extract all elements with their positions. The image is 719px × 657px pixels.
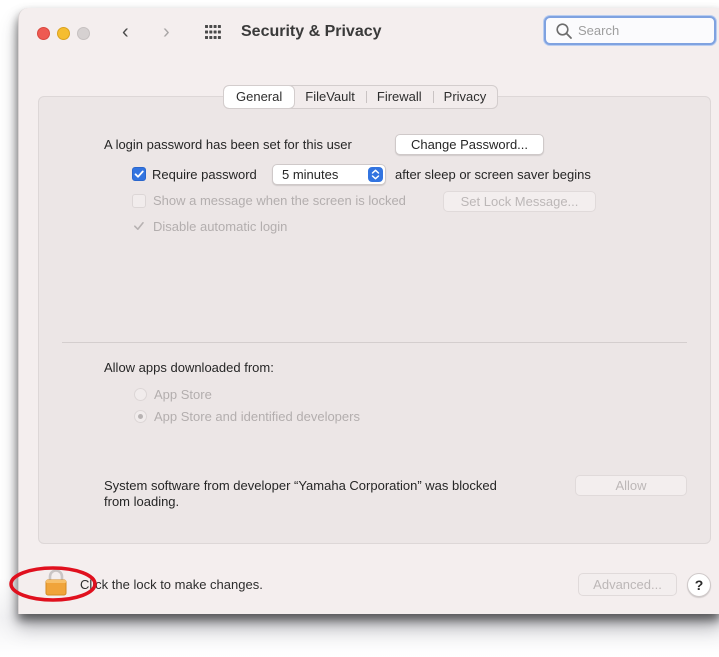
change-password-button[interactable]: Change Password... <box>395 134 544 155</box>
grid-icon[interactable] <box>205 25 221 39</box>
blocked-software-text-line2: from loading. <box>104 494 180 509</box>
zoom-window-button[interactable] <box>77 27 90 40</box>
search-icon <box>556 23 572 39</box>
tab-filevault[interactable]: FileVault <box>294 86 366 108</box>
help-button[interactable]: ? <box>687 573 711 597</box>
radio-app-store-identified[interactable] <box>134 410 147 423</box>
annotation-ellipse <box>9 566 97 602</box>
show-message-label: Show a message when the screen is locked <box>153 193 406 208</box>
show-message-checkbox[interactable] <box>132 194 146 208</box>
disable-auto-login-label: Disable automatic login <box>153 219 288 234</box>
password-delay-select[interactable]: 5 minutes <box>272 164 386 185</box>
window-title: Security & Privacy <box>241 23 382 40</box>
tab-firewall[interactable]: Firewall <box>365 86 433 108</box>
tab-privacy[interactable]: Privacy <box>432 86 498 108</box>
require-password-checkbox[interactable] <box>132 167 146 181</box>
radio-app-store[interactable] <box>134 388 147 401</box>
tab-general[interactable]: General <box>224 86 295 108</box>
back-button[interactable]: ‹ <box>122 21 129 43</box>
minimize-window-button[interactable] <box>57 27 70 40</box>
checkmark-icon <box>134 222 144 230</box>
lock-instruction-text: Click the lock to make changes. <box>80 577 263 592</box>
search-field[interactable] <box>544 16 716 45</box>
radio-app-store-label: App Store <box>154 387 212 402</box>
checkmark-icon <box>134 170 144 178</box>
login-password-text: A login password has been set for this u… <box>104 137 352 152</box>
preferences-window: ‹ › Security & Privacy Search General Fi… <box>18 8 719 614</box>
set-lock-message-button[interactable]: Set Lock Message... <box>443 191 596 212</box>
require-password-suffix: after sleep or screen saver begins <box>395 167 591 182</box>
close-window-button[interactable] <box>37 27 50 40</box>
radio-selected-dot <box>138 414 143 419</box>
tab-bar: General FileVault Firewall Privacy <box>223 85 499 109</box>
allow-apps-heading: Allow apps downloaded from: <box>104 360 274 375</box>
advanced-button[interactable]: Advanced... <box>578 573 677 596</box>
allow-button[interactable]: Allow <box>575 475 687 496</box>
titlebar: ‹ › Security & Privacy <box>19 8 719 56</box>
forward-button[interactable]: › <box>163 21 170 43</box>
password-delay-value: 5 minutes <box>282 167 339 182</box>
disable-auto-login-checkbox[interactable] <box>132 219 146 233</box>
require-password-label: Require password <box>152 167 257 182</box>
chevron-updown-icon <box>368 167 383 182</box>
section-divider <box>62 342 687 343</box>
search-input[interactable] <box>578 21 708 40</box>
blocked-software-text-line1: System software from developer “Yamaha C… <box>104 478 497 493</box>
radio-app-store-identified-label: App Store and identified developers <box>154 409 360 424</box>
